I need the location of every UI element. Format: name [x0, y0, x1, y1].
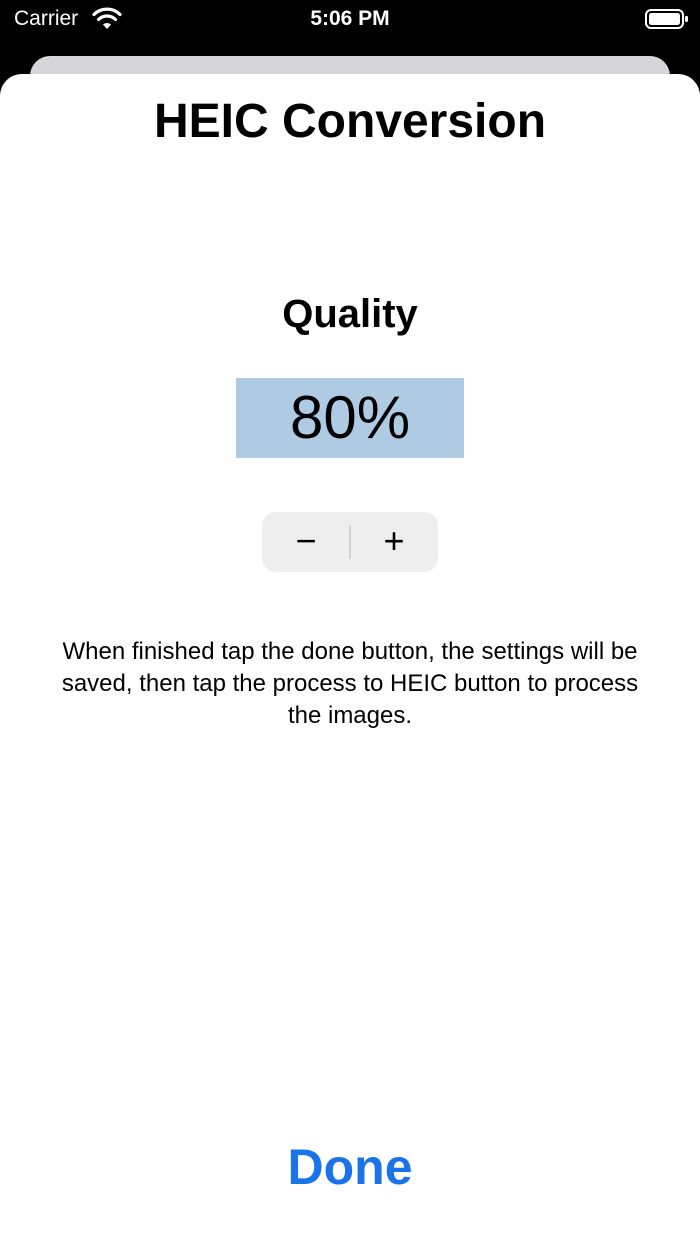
screen: Carrier 5:06 PM HEIC Conversion Quality …: [0, 0, 700, 1244]
instructions-text: When finished tap the done button, the s…: [61, 638, 639, 729]
quality-value: 80%: [236, 378, 464, 458]
done-button[interactable]: Done: [200, 1134, 500, 1198]
quality-label: Quality: [282, 292, 418, 336]
battery-icon: [645, 9, 689, 29]
quality-stepper: − +: [262, 512, 438, 572]
increment-button[interactable]: +: [350, 512, 438, 572]
status-bar: Carrier 5:06 PM: [0, 0, 700, 40]
status-time: 5:06 PM: [310, 7, 390, 30]
page-title: HEIC Conversion: [153, 95, 547, 148]
decrement-button[interactable]: −: [262, 512, 350, 572]
settings-sheet: HEIC Conversion Quality 80% − + When fin…: [0, 74, 700, 1244]
